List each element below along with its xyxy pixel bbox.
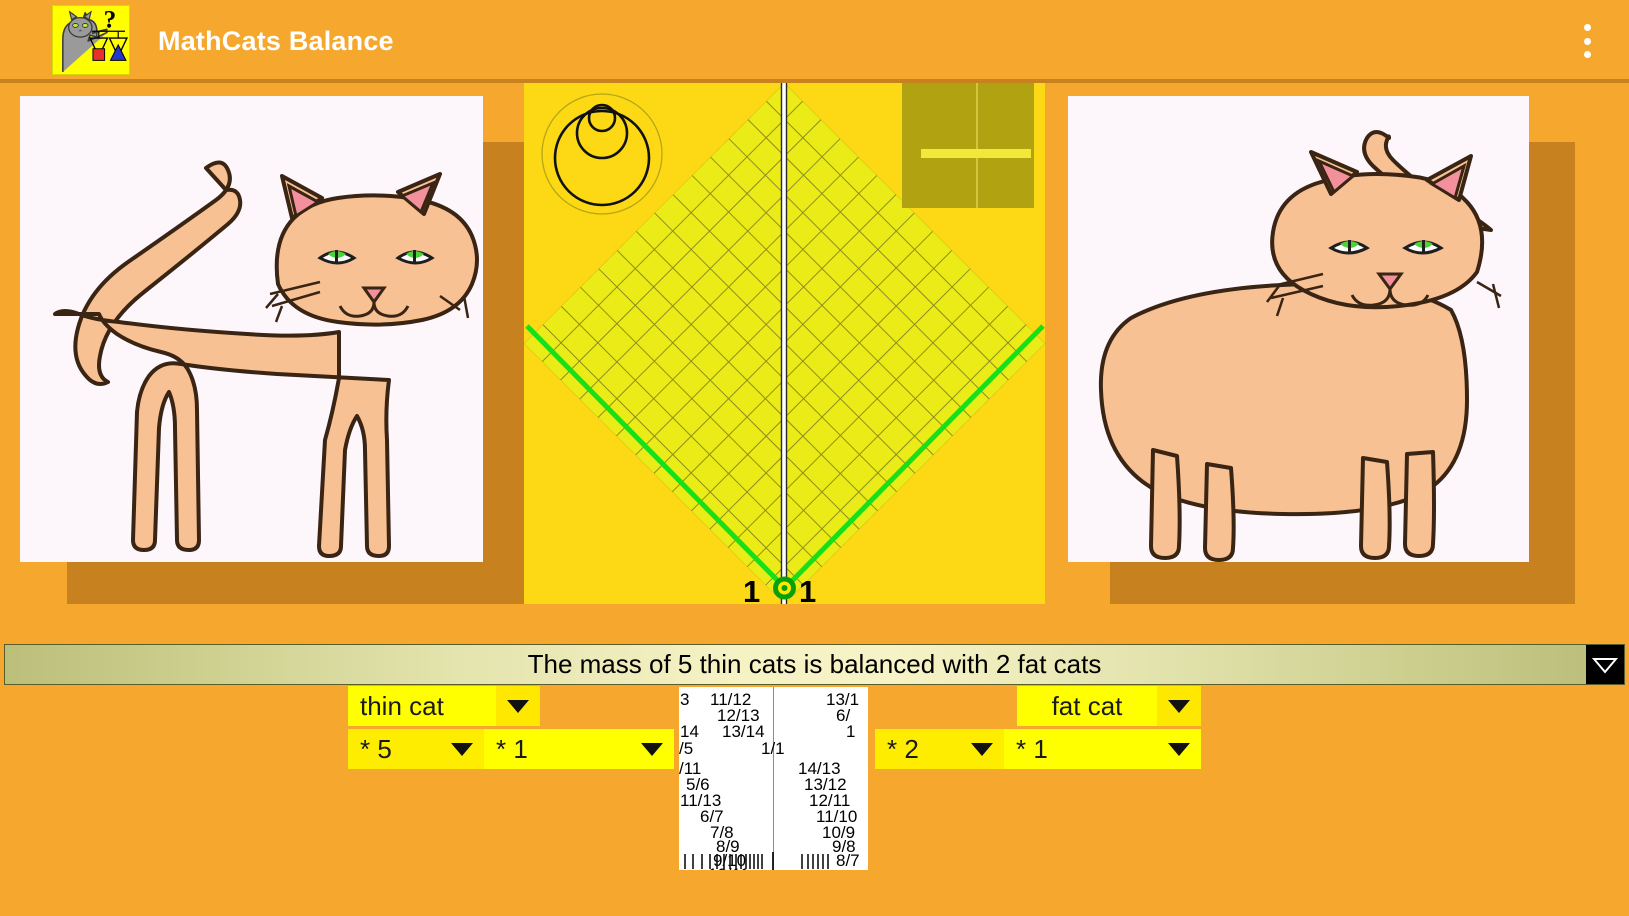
thin-cat-panel[interactable] [20, 96, 483, 562]
fraction-item: /5 [679, 739, 694, 758]
svg-text:?: ? [104, 6, 117, 33]
fraction-ratio-scale[interactable]: 3 11/12 12/13 14 13/14 /5 /11 5/6 11/13 … [679, 687, 868, 870]
left-multiplier-a-label: * 5 [360, 733, 392, 764]
app-title: MathCats Balance [158, 26, 394, 56]
fraction-column-left[interactable]: 3 11/12 12/13 14 13/14 /5 /11 5/6 11/13 … [679, 687, 773, 870]
fraction-item: 13/14 [722, 722, 765, 741]
right-multiplier-a-dropdown[interactable]: * 2 [875, 729, 1004, 769]
fraction-column-right[interactable]: 13/1 6/ 1 14/13 13/12 12/11 11/10 10/9 9… [774, 687, 868, 870]
right-multiplier-b-chevron-down-icon[interactable] [1157, 729, 1201, 769]
left-object-chevron-down-icon[interactable] [496, 686, 540, 726]
right-multiplier-b-dropdown[interactable]: * 1 [1004, 729, 1201, 769]
title-bar: ? MathCats Balance [0, 0, 1629, 79]
chevron-down-icon [1592, 657, 1618, 674]
left-multiplier-a-chevron-down-icon[interactable] [440, 729, 484, 769]
fraction-tick-marks [684, 852, 829, 870]
right-multiplier-a-label: * 2 [887, 733, 919, 764]
fat-cat-panel[interactable] [1068, 96, 1529, 562]
right-object-label: fat cat [1051, 690, 1123, 721]
right-multiplier-a-chevron-down-icon[interactable] [960, 729, 1004, 769]
app-icon-art: ? [53, 6, 129, 74]
overflow-dot-1 [1583, 24, 1591, 31]
pivot-value-left: 1 [743, 574, 761, 609]
app-root: ? MathCats Balance 1 1 The mass of 5 thi… [0, 0, 1629, 916]
level-indicator[interactable] [902, 83, 1034, 208]
right-multiplier-b-label: * 1 [1016, 733, 1048, 764]
right-object-dropdown[interactable]: fat cat [1017, 686, 1201, 726]
level-vertical-line [976, 83, 978, 208]
zoom-circles-icon[interactable] [540, 88, 665, 218]
left-object-dropdown[interactable]: thin cat [348, 686, 540, 726]
mathcats-balance-app-icon: ? [52, 5, 130, 75]
fat-cat-image [1068, 96, 1529, 562]
left-multiplier-b-chevron-down-icon[interactable] [630, 729, 674, 769]
left-multiplier-a-dropdown[interactable]: * 5 [348, 729, 484, 769]
status-bar: The mass of 5 thin cats is balanced with… [4, 644, 1625, 685]
left-multiplier-b-label: * 1 [496, 733, 528, 764]
left-object-label: thin cat [360, 690, 444, 721]
status-message: The mass of 5 thin cats is balanced with… [527, 649, 1102, 679]
pivot-value-right: 1 [799, 574, 817, 609]
level-beam-bar [921, 149, 1031, 158]
balance-area[interactable] [524, 83, 1045, 604]
status-collapse-button[interactable] [1586, 645, 1624, 684]
overflow-menu-button[interactable] [1575, 22, 1599, 60]
overflow-dot-3 [1583, 51, 1591, 58]
right-object-chevron-down-icon[interactable] [1157, 686, 1201, 726]
thin-cat-image [20, 96, 483, 562]
fraction-item: 1 [846, 722, 856, 741]
overflow-dot-2 [1583, 37, 1591, 45]
left-multiplier-b-dropdown[interactable]: * 1 [484, 729, 674, 769]
fraction-item: 3 [680, 690, 690, 709]
